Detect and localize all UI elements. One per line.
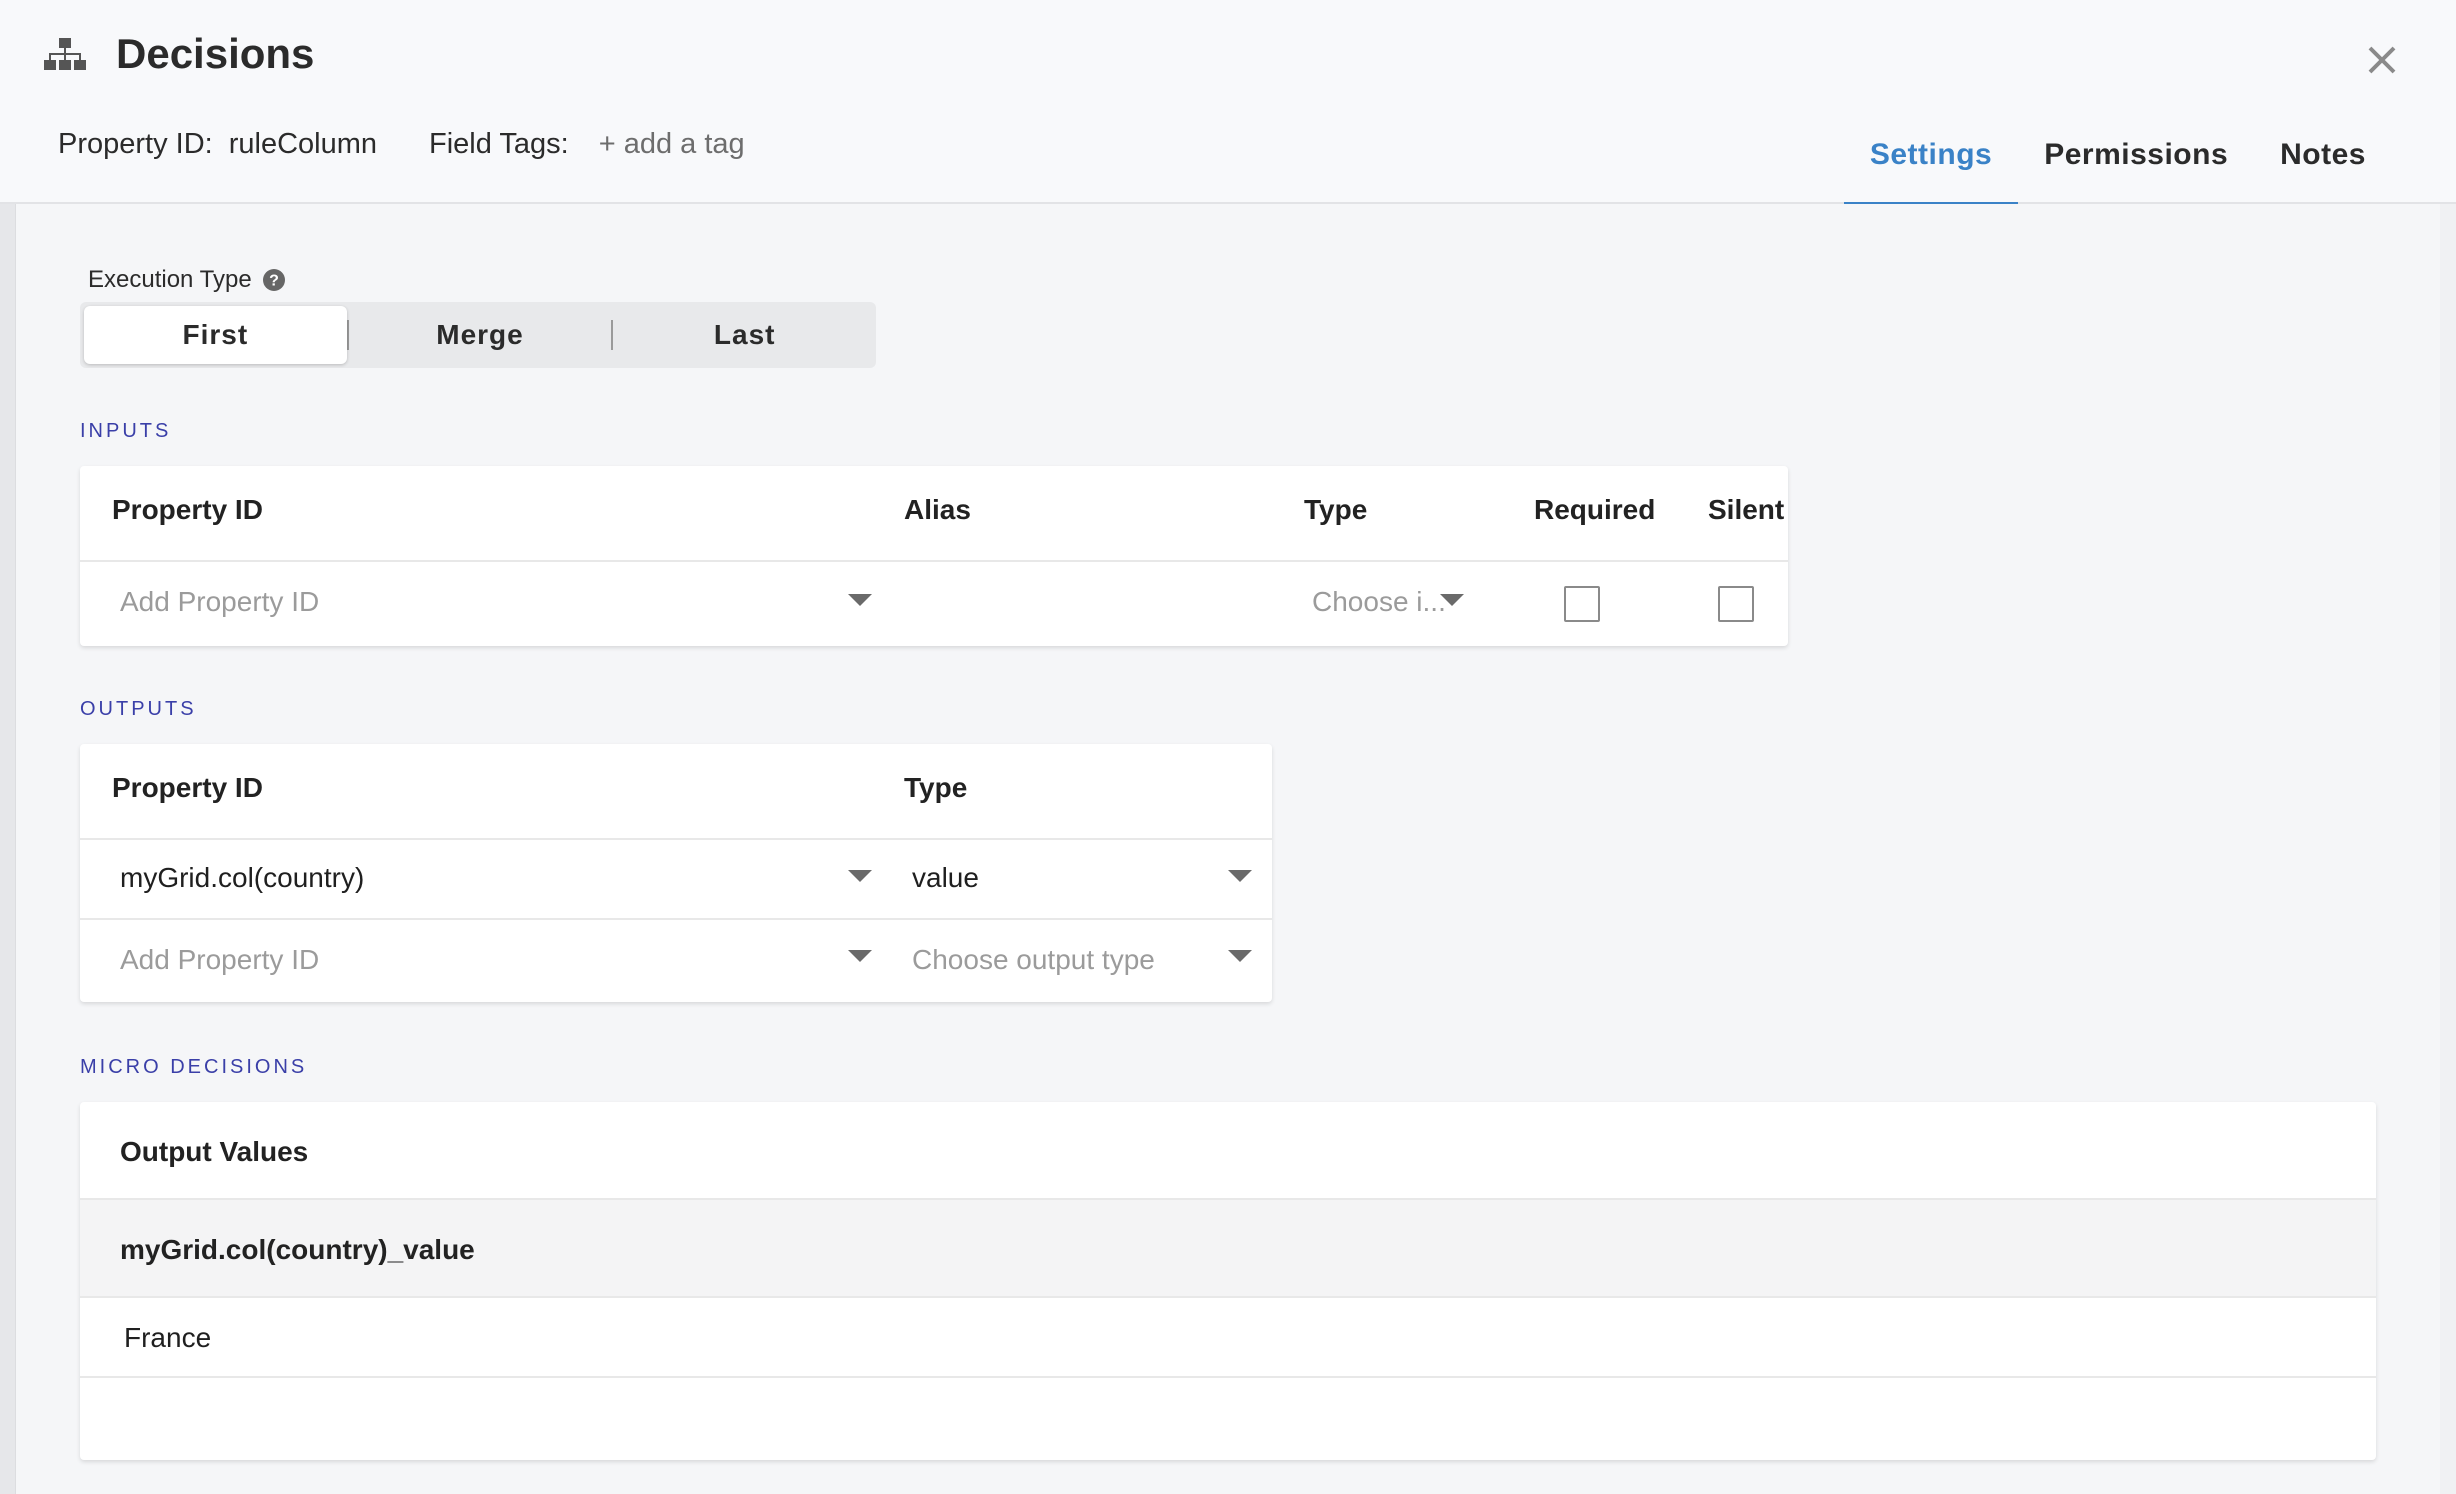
modal-header: Decisions Property ID: ruleColumn Field …	[0, 0, 2456, 206]
chevron-down-icon[interactable]	[848, 594, 872, 606]
inputs-table: Property ID Alias Type Required Silent A…	[80, 466, 1788, 646]
output-new-type-select[interactable]: Choose output type	[912, 944, 1155, 976]
decisions-tree-icon	[44, 38, 86, 70]
chevron-down-icon[interactable]	[1228, 950, 1252, 962]
close-button[interactable]	[2362, 40, 2402, 80]
execution-type-text: Execution Type	[88, 266, 252, 293]
meta-row: Property ID: ruleColumn Field Tags: + ad…	[58, 128, 745, 161]
outputs-col-property-id: Property ID	[112, 772, 263, 803]
add-tag-link[interactable]: + add a tag	[599, 128, 745, 161]
execution-merge-option[interactable]: Merge	[349, 306, 612, 364]
micro-value-row: France	[80, 1298, 2376, 1378]
outputs-new-row: Add Property ID Choose output type	[80, 920, 1272, 1002]
outputs-header-row: Property ID Type	[80, 744, 1272, 840]
inputs-col-property-id: Property ID	[112, 494, 263, 525]
title-row: Decisions	[44, 30, 314, 78]
chevron-down-icon[interactable]	[848, 870, 872, 882]
execution-type-toggle: First Merge Last	[80, 302, 876, 368]
outputs-section-label: OUTPUTS	[80, 698, 197, 720]
tab-notes[interactable]: Notes	[2254, 120, 2392, 204]
svg-text:?: ?	[269, 273, 279, 290]
micro-column-header: myGrid.col(country)_value	[120, 1234, 475, 1265]
outputs-table: Property ID Type myGrid.col(country) val…	[80, 744, 1272, 1002]
output-values-header: Output Values	[120, 1136, 309, 1167]
outputs-col-type: Type	[904, 772, 968, 803]
micro-column-row: myGrid.col(country)_value	[80, 1200, 2376, 1298]
inputs-section-label: INPUTS	[80, 420, 172, 442]
modal-title: Decisions	[116, 30, 315, 77]
chevron-down-icon[interactable]	[848, 950, 872, 962]
chevron-down-icon[interactable]	[1228, 870, 1252, 882]
required-checkbox[interactable]	[1564, 586, 1600, 622]
silent-checkbox[interactable]	[1718, 586, 1754, 622]
micro-empty-row[interactable]	[80, 1378, 2376, 1460]
input-property-id-select[interactable]: Add Property ID	[120, 586, 880, 618]
field-tags-label: Field Tags:	[429, 128, 569, 160]
output-type-select[interactable]: value	[912, 862, 979, 894]
property-id-label: Property ID:	[58, 128, 213, 160]
input-alias-field[interactable]	[904, 578, 1274, 628]
micro-decisions-table: Output Values myGrid.col(country)_value …	[80, 1102, 2376, 1460]
output-property-id-select[interactable]: myGrid.col(country)	[120, 862, 364, 894]
tab-permissions[interactable]: Permissions	[2018, 120, 2254, 204]
inputs-col-type: Type	[1304, 494, 1368, 525]
output-new-property-id-select[interactable]: Add Property ID	[120, 944, 319, 976]
inputs-col-silent: Silent	[1708, 494, 1785, 525]
help-icon[interactable]: ?	[262, 268, 286, 292]
property-id-value: ruleColumn	[228, 128, 378, 160]
micro-decisions-section-label: MICRO DECISIONS	[80, 1056, 308, 1078]
tab-settings[interactable]: Settings	[1843, 120, 2019, 206]
settings-panel: Execution Type ? First Merge Last INPUTS…	[16, 204, 2440, 1494]
inputs-new-row: Add Property ID Choose i...	[80, 562, 1788, 646]
chevron-down-icon[interactable]	[1440, 594, 1464, 606]
outputs-row: myGrid.col(country) value	[80, 840, 1272, 920]
inputs-header-row: Property ID Alias Type Required Silent	[80, 466, 1788, 562]
execution-type-label: Execution Type ?	[88, 266, 286, 294]
inputs-col-required: Required	[1534, 494, 1656, 525]
micro-header-row: Output Values	[80, 1102, 2376, 1200]
execution-last-option[interactable]: Last	[613, 306, 876, 364]
input-type-select[interactable]: Choose i...	[1312, 586, 1446, 618]
close-icon	[2368, 46, 2396, 74]
background-page-edge	[0, 200, 16, 1494]
execution-first-option[interactable]: First	[84, 306, 347, 364]
tab-bar: Settings Permissions Notes	[1843, 120, 2392, 206]
micro-value-cell[interactable]: France	[124, 1322, 211, 1354]
inputs-col-alias: Alias	[904, 494, 971, 525]
